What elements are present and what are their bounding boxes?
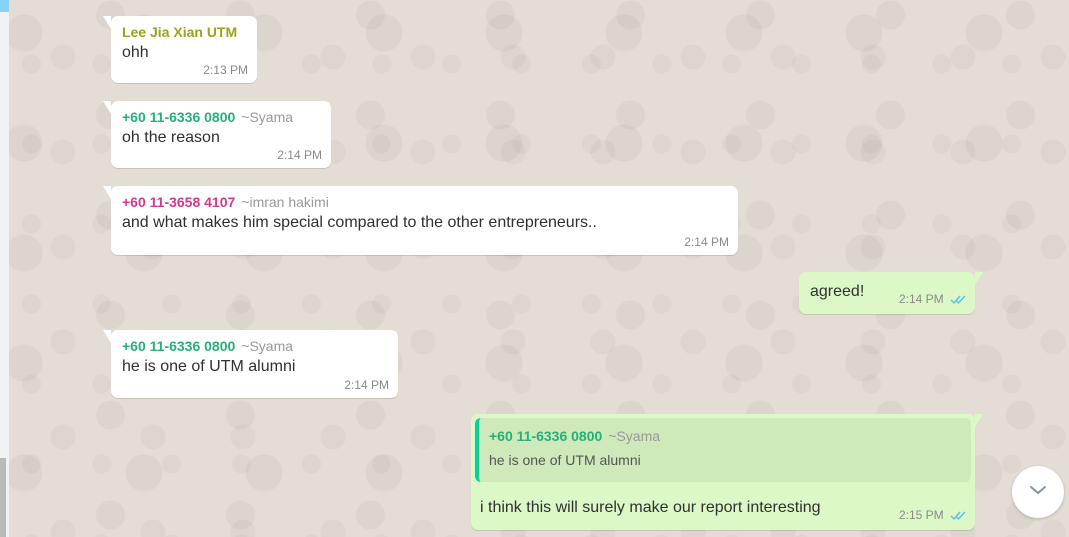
timestamp: 2:14 PM	[344, 378, 389, 392]
chat-panel: Lee Jia Xian UTM ohh 2:13 PM +60 11-6336…	[0, 0, 1069, 537]
message-bubble[interactable]: Lee Jia Xian UTM ohh 2:13 PM	[103, 16, 257, 83]
quoted-message[interactable]: +60 11-6336 0800 ~Syama he is one of UTM …	[475, 418, 971, 482]
scroll-to-bottom-button[interactable]	[1012, 466, 1064, 518]
sender-alias: ~Syama	[241, 338, 294, 354]
selected-chat-indicator	[0, 0, 9, 12]
message-bubble-outgoing[interactable]: agreed! 2:14 PM	[799, 272, 983, 314]
quoted-sender-name: +60 11-6336 0800	[489, 428, 603, 444]
message-text: he is one of UTM alumni	[122, 358, 296, 375]
sender-name: Lee Jia Xian UTM	[122, 24, 238, 40]
sender-alias: ~Syama	[241, 109, 294, 125]
sender-line: Lee Jia Xian UTM	[122, 22, 248, 42]
timestamp: 2:15 PM	[898, 508, 944, 522]
sender-line: +60 11-3658 4107 ~imran hakimi	[122, 192, 729, 212]
sender-name: +60 11-6336 0800	[122, 109, 236, 125]
sender-line: +60 11-6336 0800 ~Syama	[122, 336, 389, 356]
chevron-down-icon	[1028, 483, 1048, 501]
message-bubble[interactable]: +60 11-6336 0800 ~Syama oh the reason 2:1…	[103, 101, 331, 168]
message-text: ohh	[122, 44, 149, 61]
sender-line: +60 11-6336 0800 ~Syama	[122, 107, 322, 127]
sender-alias: ~imran hakimi	[241, 194, 329, 210]
chat-list-edge	[0, 0, 9, 537]
message-text: oh the reason	[122, 129, 220, 146]
message-time: 2:13 PM	[203, 63, 248, 77]
timestamp: 2:14 PM	[898, 292, 944, 306]
message-time: 2:15 PM	[899, 508, 966, 524]
message-time: 2:14 PM	[344, 378, 389, 392]
timestamp: 2:13 PM	[203, 63, 248, 77]
message-bubble-outgoing[interactable]: +60 11-6336 0800 ~Syama he is one of UTM …	[471, 414, 983, 530]
sender-name: +60 11-3658 4107	[122, 194, 236, 210]
chat-list-scrollbar[interactable]	[0, 458, 6, 537]
message-time: 2:14 PM	[899, 292, 966, 308]
sender-name: +60 11-6336 0800	[122, 338, 236, 354]
double-check-icon	[950, 510, 966, 524]
message-time: 2:14 PM	[277, 148, 322, 162]
quoted-sender-alias: ~Syama	[608, 428, 661, 444]
timestamp: 2:14 PM	[684, 235, 729, 249]
message-text: i think this will surely make our report…	[480, 499, 821, 516]
message-time: 2:14 PM	[684, 235, 729, 249]
message-bubble[interactable]: +60 11-3658 4107 ~imran hakimi and what m…	[103, 186, 738, 255]
timestamp: 2:14 PM	[277, 148, 322, 162]
message-bubble[interactable]: +60 11-6336 0800 ~Syama he is one of UTM …	[103, 330, 398, 398]
quoted-sender-line: +60 11-6336 0800 ~Syama	[489, 426, 961, 446]
double-check-icon	[950, 294, 966, 308]
message-text: and what makes him special compared to t…	[122, 214, 597, 231]
quoted-text: he is one of UTM alumni	[489, 452, 641, 468]
